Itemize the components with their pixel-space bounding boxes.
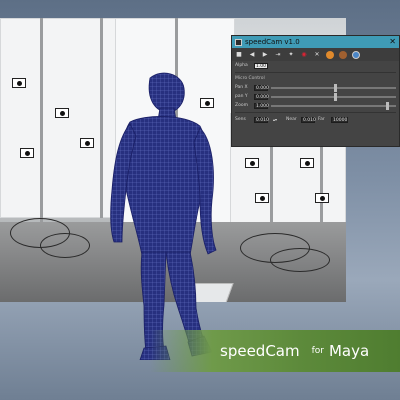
calibration-target	[315, 193, 329, 203]
cable-bundle	[270, 248, 330, 272]
window-title: speedCam v1.0	[245, 38, 300, 46]
camera-pole	[40, 18, 43, 248]
magic-icon[interactable]: ✦	[287, 51, 295, 59]
calibration-target	[20, 148, 34, 158]
pan-x-field[interactable]: 0.000	[254, 84, 269, 91]
export-icon[interactable]: ⇥	[274, 51, 282, 59]
far-field[interactable]: 10000	[331, 116, 348, 123]
pan-y-slider-knob[interactable]	[333, 92, 337, 101]
pan-x-label: Pan X	[235, 85, 248, 90]
banner-for: for	[311, 346, 324, 356]
zoom-field[interactable]: 1.000	[254, 102, 269, 109]
calibration-target	[255, 193, 269, 203]
next-icon[interactable]: ▶	[261, 51, 269, 59]
calibration-target	[300, 158, 314, 168]
alpha-field[interactable]: 1.00	[254, 62, 268, 69]
pan-x-row: Pan X 0.000	[232, 83, 399, 92]
sens-stepper-icon[interactable]: ▴▾	[271, 116, 279, 124]
clip-row: Sens 0.010 ▴▾ Near 0.010 Far 10000	[232, 115, 399, 124]
pan-y-field[interactable]: 0.000	[254, 93, 269, 100]
figure-head	[148, 72, 185, 113]
orange-ball-icon[interactable]	[326, 50, 334, 59]
pan-y-slider[interactable]	[271, 92, 396, 101]
product-banner: speedCam for Maya	[150, 330, 400, 372]
cable-bundle	[40, 233, 90, 258]
alpha-label: Alpha	[235, 63, 248, 68]
zoom-label: Zoom	[235, 103, 248, 108]
near-field[interactable]: 0.010	[301, 116, 316, 123]
pan-y-row: pan Y 0.000	[232, 92, 399, 101]
wireframe-mesh-figure	[110, 72, 217, 360]
app-icon	[235, 38, 242, 46]
window-titlebar[interactable]: speedCam v1.0 ✕	[232, 36, 399, 48]
sens-field[interactable]: 0.010	[254, 116, 269, 123]
micro-control-heading: Micro Control	[235, 76, 265, 81]
toolbar: ■ ◀ ▶ ⇥ ✦ ◉ ✕	[232, 48, 399, 61]
calibration-target	[55, 108, 69, 118]
divider	[235, 72, 396, 73]
camera-icon[interactable]: ■	[235, 51, 243, 59]
near-label: Near	[286, 117, 297, 122]
product-name: speedCam	[220, 342, 300, 360]
alpha-row: Alpha 1.00	[232, 61, 399, 70]
pan-x-slider-knob[interactable]	[333, 83, 337, 92]
record-icon[interactable]: ◉	[300, 51, 308, 59]
calibration-target	[80, 138, 94, 148]
globe-icon[interactable]	[352, 50, 360, 59]
sens-label: Sens	[235, 117, 246, 122]
zoom-slider-knob[interactable]	[386, 101, 389, 110]
clear-icon[interactable]: ✕	[313, 51, 321, 59]
calibration-target	[12, 78, 26, 88]
divider	[235, 112, 396, 113]
brown-ball-icon[interactable]	[339, 50, 347, 59]
speedcam-window: speedCam v1.0 ✕ ■ ◀ ▶ ⇥ ✦ ◉ ✕ Alpha 1.00…	[231, 35, 400, 147]
calibration-target	[245, 158, 259, 168]
banner-host: Maya	[328, 342, 370, 360]
pan-x-slider[interactable]	[271, 83, 396, 92]
pan-y-label: pan Y	[235, 94, 248, 99]
far-label: Far	[318, 117, 325, 122]
close-button[interactable]: ✕	[389, 38, 396, 46]
zoom-row: Zoom 1.000	[232, 101, 399, 110]
zoom-slider[interactable]	[271, 101, 396, 110]
prev-icon[interactable]: ◀	[248, 51, 256, 59]
